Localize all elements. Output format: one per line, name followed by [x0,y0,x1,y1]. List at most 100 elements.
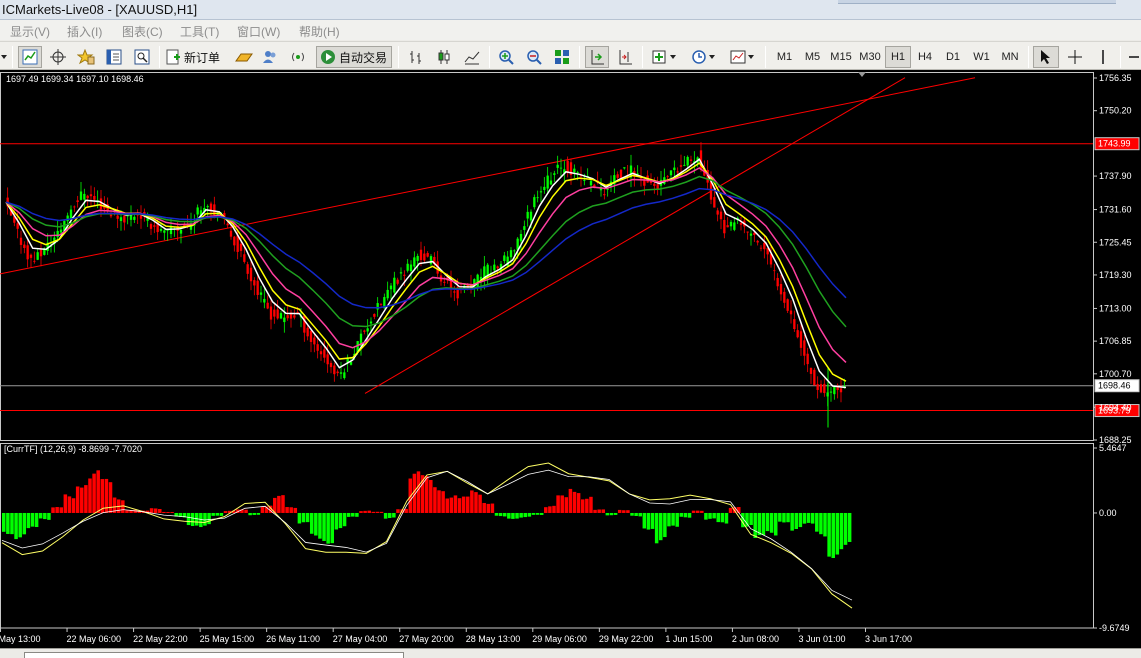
candle-body [533,197,536,208]
candle-body [253,280,256,286]
timeframe-h1[interactable]: H1 [885,46,911,68]
tile-windows-icon[interactable] [550,46,574,68]
candle-body [676,171,679,173]
crosshair-move-icon[interactable] [46,46,70,68]
macd-histogram-bar [149,508,154,513]
crosshair-icon[interactable] [1062,46,1088,68]
templates-icon[interactable] [726,46,760,68]
macd-histogram-bar [445,498,449,513]
macd-histogram-bar [121,500,125,513]
candle-body [683,164,686,166]
candle-body [476,274,479,288]
macd-histogram-bar [778,512,782,522]
timeframe-mn[interactable]: MN [996,46,1024,68]
zoom-in-icon[interactable] [494,46,518,68]
candle-body [159,228,163,231]
timeframe-d1[interactable]: D1 [939,46,967,68]
macd-histogram-bar [314,512,318,536]
moving-average-line [5,167,847,363]
menu-tools[interactable]: 工具(T) [180,23,219,40]
macd-histogram-bar [671,512,675,526]
time-axis-label: 22 May 22:00 [133,634,188,644]
candle-body [616,174,619,178]
navigator-icon[interactable] [130,46,154,68]
menu-view[interactable]: 显示(V) [10,23,50,40]
candle-body [423,253,426,261]
users-icon[interactable] [259,46,281,68]
macd-histogram-bar [810,512,815,524]
zoom-out-icon[interactable] [522,46,546,68]
candle-body [799,331,803,348]
macd-histogram-bar [309,512,314,534]
timeframe-m5[interactable]: M5 [799,46,826,68]
timeframe-m1[interactable]: M1 [771,46,798,68]
macd-histogram-bar [474,492,478,513]
autoscroll-icon[interactable] [585,46,609,68]
menu-help[interactable]: 帮助(H) [299,23,340,40]
price-axis-label: 1756.35 [1099,73,1132,83]
candle-body [29,254,33,258]
new-order-button[interactable]: 新订单 [165,46,229,68]
timeframe-m15[interactable]: M15 [827,46,855,68]
macd-histogram-bar [379,511,384,513]
candle-body [119,217,123,222]
toolbar-dropdown-arrow-icon[interactable] [0,46,8,68]
macd-histogram-bar [248,512,252,516]
candle-body [226,223,229,226]
timeframe-m30[interactable]: M30 [856,46,884,68]
bar-chart-icon[interactable] [404,46,428,68]
chart-shift-icon[interactable] [613,46,637,68]
timeframe-h4[interactable]: H4 [912,46,938,68]
signal-icon[interactable] [287,46,309,68]
toolbar-separator [765,46,766,68]
indicators-icon[interactable] [648,46,682,68]
toolbar-separator [159,46,160,68]
menu-window[interactable]: 窗口(W) [237,23,280,40]
candle-body [93,195,96,200]
macd-histogram-bar [277,495,281,513]
macd-histogram-bar [215,512,220,516]
candle-body [59,229,63,233]
line-chart-icon[interactable] [460,46,484,68]
periods-icon[interactable] [687,46,721,68]
macd-histogram-bar [531,512,536,515]
macd-histogram-bar [285,507,289,513]
candlestick-icon[interactable] [432,46,456,68]
timeframe-w1[interactable]: W1 [968,46,995,68]
macd-histogram-bar [88,478,92,513]
data-window-icon[interactable] [102,46,126,68]
menu-insert[interactable]: 插入(I) [67,23,102,40]
favorites-icon[interactable] [74,46,98,68]
candle-body [23,244,26,248]
candle-body [246,264,249,274]
macd-histogram-bar [387,512,392,518]
macd-histogram-bar [367,510,371,513]
chart-canvas[interactable]: 1756.35 1750.20 1737.90 1731.60 1725.45 1719.… [0,70,1141,648]
chart-tab[interactable] [24,652,404,658]
moving-average-line [5,162,847,382]
toolbar-separator [642,46,643,68]
candle-body [719,211,723,220]
cursor-icon[interactable] [1033,46,1059,68]
candle-body [823,383,826,394]
menu-charts[interactable]: 图表(C) [122,23,163,40]
vertical-line-icon[interactable] [1092,46,1114,68]
gold-bar-icon[interactable] [233,46,255,68]
macd-histogram-bar [663,512,667,538]
candle-body [763,242,766,250]
macd-histogram-bar [351,512,355,517]
autotrade-icon [320,49,336,65]
chart-window[interactable]: 1756.35 1750.20 1737.90 1731.60 1725.45 1719.… [0,70,1141,648]
new-chart-icon[interactable] [18,46,42,68]
candle-body [279,313,283,319]
candle-body [509,250,513,258]
candle-body [529,211,533,221]
candle-body [416,255,419,261]
macd-histogram-bar [396,509,400,513]
macd-histogram-bar [18,512,22,538]
titlebar-strip [838,0,1116,4]
macd-histogram-bar [330,512,335,544]
macd-histogram-bar [630,512,634,516]
autotrade-button[interactable]: 自动交易 [316,46,392,68]
horizontal-line-icon[interactable] [1127,46,1141,68]
